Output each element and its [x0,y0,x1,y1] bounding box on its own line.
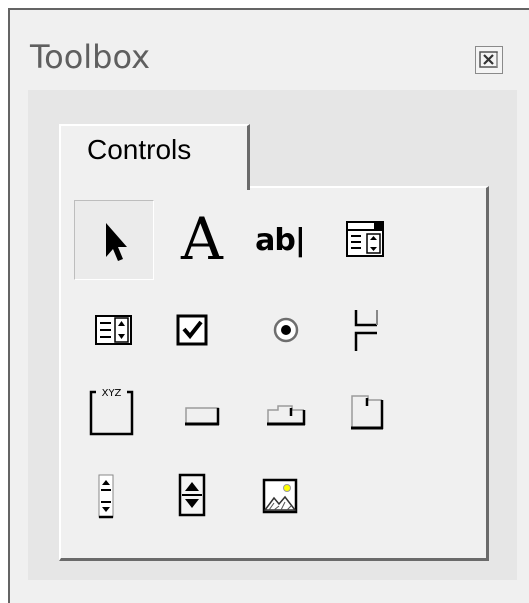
tabstrip-tool[interactable] [246,372,326,452]
toggle-button-icon [354,310,378,351]
close-button[interactable] [475,46,503,74]
optionbutton-tool[interactable] [246,290,326,370]
scrollbar-tool[interactable] [66,456,146,536]
togglebutton-tool[interactable] [326,290,406,370]
frame-icon-label: XYZ [102,388,122,399]
scrollbar-icon [98,474,114,519]
frame-icon: XYZ [89,388,134,436]
multipage-tool[interactable] [326,372,406,452]
image-tool[interactable] [240,456,320,536]
window-title: Toolbox [30,38,150,76]
label-A-icon: A [181,205,223,273]
checkbox-icon [176,314,208,346]
option-button-icon [273,317,299,343]
listbox-icon [95,315,132,345]
close-icon [479,51,498,68]
checkbox-tool[interactable] [152,290,232,370]
spin-button-icon [178,473,206,517]
combobox-icon [346,221,384,257]
textbox-icon: ab| [255,222,306,258]
select-objects-tool[interactable] [74,200,154,280]
label-tool[interactable]: A [162,200,242,280]
textbox-tool[interactable]: ab| [240,200,320,280]
commandbutton-tool[interactable] [162,372,242,452]
tab-controls-label: Controls [87,134,192,165]
spinbutton-tool[interactable] [152,456,232,536]
frame-tool[interactable]: XYZ [72,372,152,452]
listbox-tool[interactable] [74,290,154,370]
command-button-icon [185,407,220,426]
combobox-tool[interactable] [326,200,406,280]
tab-controls[interactable]: Controls [59,124,250,190]
multipage-icon [351,395,384,430]
arrow-pointer-icon [106,223,127,261]
tabstrip-icon [267,405,306,426]
image-icon [262,478,298,514]
